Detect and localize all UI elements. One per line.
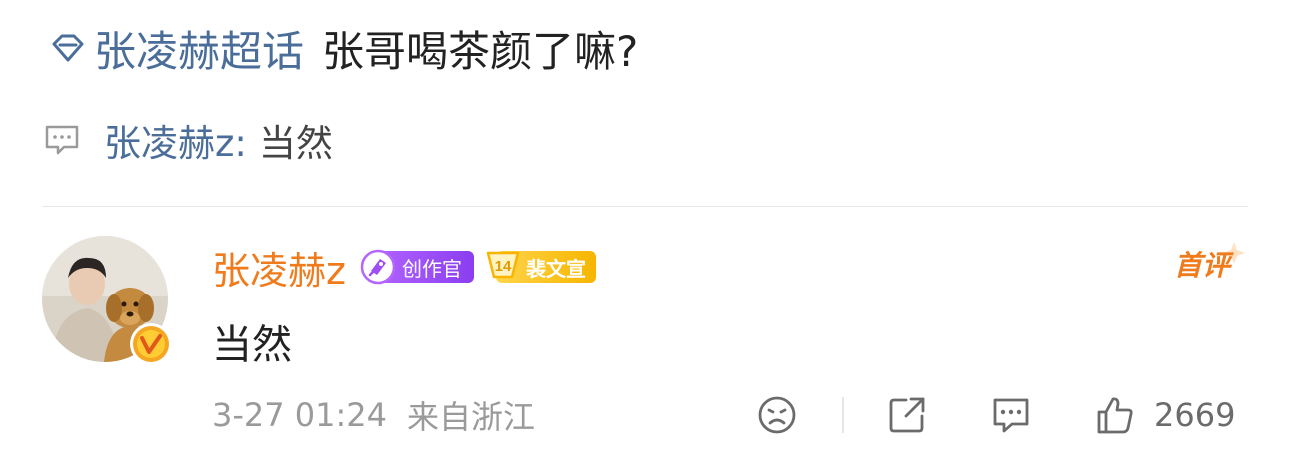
like-count: 2669 xyxy=(1154,396,1236,434)
mood-button[interactable] xyxy=(756,392,798,438)
fan-badge[interactable]: 14 裴文宣 xyxy=(484,250,596,284)
quoted-author[interactable]: 张凌赫z: xyxy=(104,113,247,167)
mood-icon xyxy=(758,396,796,434)
comment-time: 3-27 01:24 xyxy=(212,396,388,434)
creator-rocket-icon xyxy=(360,249,396,285)
divider xyxy=(42,206,1248,207)
share-button[interactable] xyxy=(886,392,928,438)
post-title: 张凌赫超话 张哥喝茶颜了嘛? xyxy=(48,18,638,78)
supertopic-name[interactable]: 张凌赫超话 xyxy=(94,18,304,79)
first-comment-label: 首评 xyxy=(1174,249,1231,282)
reply-icon xyxy=(993,398,1029,433)
quoted-comment[interactable]: 张凌赫z: 当然 xyxy=(44,110,333,170)
post-title-text: 张哥喝茶颜了嘛? xyxy=(322,26,639,76)
comment-location: 来自浙江 xyxy=(407,398,536,436)
comment-text: 当然 xyxy=(212,322,292,368)
share-icon xyxy=(889,397,925,433)
reply-button[interactable] xyxy=(990,392,1032,438)
action-separator xyxy=(842,397,844,433)
creator-badge[interactable]: 创作官 xyxy=(360,249,474,285)
fan-level-number: 14 xyxy=(495,258,512,275)
like-icon xyxy=(1097,397,1133,434)
comment-meta: 3-27 01:24 来自浙江 xyxy=(212,390,535,440)
verified-badge-icon xyxy=(130,323,172,365)
comment-bubble-icon xyxy=(45,125,79,155)
like-button[interactable]: 2669 xyxy=(1094,392,1235,438)
supertopic-diamond-icon xyxy=(52,34,84,62)
first-comment-tag: 首评 xyxy=(1172,238,1248,284)
quoted-text: 当然 xyxy=(258,122,333,165)
comment-header: 张凌赫z 创作官 14 裴文宣 xyxy=(212,240,596,294)
supertopic-link[interactable]: 张凌赫超话 xyxy=(48,18,304,79)
fan-level-icon: 14 xyxy=(484,247,522,287)
comment-username[interactable]: 张凌赫z xyxy=(212,240,346,295)
